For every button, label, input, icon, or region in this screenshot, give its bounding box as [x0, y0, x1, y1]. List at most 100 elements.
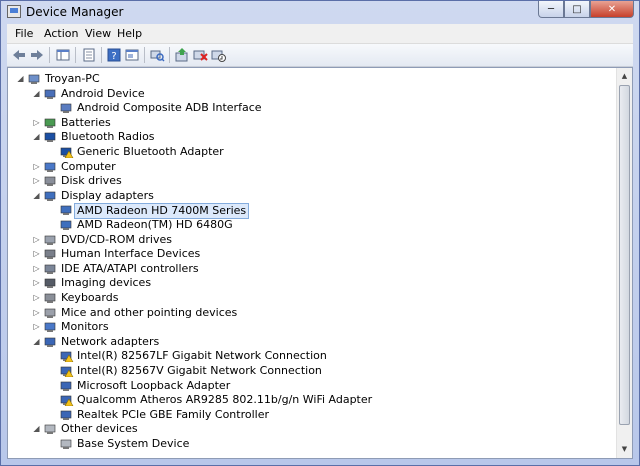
tree-item-label: AMD Radeon HD 7400M Series	[74, 203, 250, 220]
tree-category[interactable]: ▷ IDE ATA/ATAPI controllers	[8, 262, 608, 276]
tree-item-label: Display adapters	[61, 188, 154, 202]
display-adapter-icon	[60, 219, 74, 231]
menu-help[interactable]: Help	[117, 27, 142, 40]
tree-category[interactable]: ▷ Human Interface Devices	[8, 247, 608, 261]
tree-category[interactable]: ◢ Bluetooth Radios	[8, 130, 608, 144]
tree-category[interactable]: ▷ Computer	[8, 160, 608, 174]
bluetooth-icon	[44, 131, 58, 143]
device-icon	[60, 102, 74, 114]
tree-item-label: Batteries	[61, 115, 111, 129]
expand-arrow-icon[interactable]: ▷	[32, 235, 41, 244]
toolbar-separator	[144, 47, 145, 63]
tree-item-label: Bluetooth Radios	[61, 130, 155, 144]
minimize-button[interactable]: ─	[538, 1, 564, 18]
dvd-icon	[44, 234, 58, 246]
scroll-down-icon[interactable]: ▼	[618, 442, 631, 457]
tree-device[interactable]: Intel(R) 82567V Gigabit Network Connecti…	[8, 364, 608, 378]
help-icon[interactable]: ?	[106, 47, 122, 63]
maximize-button[interactable]: □	[564, 1, 590, 18]
toolbar: ?	[7, 44, 633, 67]
collapse-arrow-icon[interactable]: ◢	[32, 132, 41, 141]
show-hide-console-tree-icon[interactable]	[55, 47, 71, 63]
tree-device[interactable]: Intel(R) 82567LF Gigabit Network Connect…	[8, 349, 608, 363]
tree-category[interactable]: ▷ Disk drives	[8, 174, 608, 188]
tree-device[interactable]: Realtek PCIe GBE Family Controller	[8, 408, 608, 422]
mouse-icon	[44, 307, 58, 319]
collapse-arrow-icon[interactable]: ◢	[32, 337, 41, 346]
uninstall-device-icon[interactable]	[192, 47, 208, 63]
monitor-icon	[44, 161, 58, 173]
scrollbar-thumb[interactable]	[619, 85, 630, 425]
tree-device[interactable]: AMD Radeon HD 7400M Series	[8, 203, 608, 220]
disable-device-icon[interactable]	[210, 47, 226, 63]
expand-arrow-icon[interactable]: ▷	[32, 176, 41, 185]
computer-icon	[28, 73, 42, 85]
expand-arrow-icon[interactable]: ▷	[32, 118, 41, 127]
hid-icon	[44, 248, 58, 260]
monitor-icon	[44, 321, 58, 333]
title-bar[interactable]: Device Manager ─ □ ✕	[1, 1, 639, 23]
tree-category[interactable]: ◢ Android Device	[8, 87, 608, 101]
tree-item-label: Intel(R) 82567LF Gigabit Network Connect…	[77, 349, 327, 363]
expand-arrow-icon[interactable]: ▷	[32, 322, 41, 331]
tree-category[interactable]: ◢ Other devices	[8, 422, 608, 436]
camera-icon	[44, 277, 58, 289]
tree-item-label: Realtek PCIe GBE Family Controller	[77, 407, 270, 421]
tree-item-label: Android Device	[61, 86, 145, 100]
tree-item-label: DVD/CD-ROM drives	[61, 232, 172, 246]
expand-arrow-icon[interactable]: ▷	[32, 293, 41, 302]
tree-device[interactable]: Generic Bluetooth Adapter	[8, 145, 608, 159]
collapse-arrow-icon[interactable]: ◢	[32, 191, 41, 200]
tree-category[interactable]: ◢ Network adapters	[8, 335, 608, 349]
scan-hardware-icon[interactable]	[149, 47, 165, 63]
tree-category[interactable]: ▷ Keyboards	[8, 291, 608, 305]
menu-bar: File Action View Help	[7, 24, 633, 44]
tree-category[interactable]: ▷ Mice and other pointing devices	[8, 306, 608, 320]
device-tree[interactable]: ◢ Troyan-PC ◢ Android Device Android Composi…	[8, 68, 618, 458]
svg-text:?: ?	[111, 51, 116, 62]
tree-category[interactable]: ▷ Imaging devices	[8, 276, 608, 290]
tree-item-label: Keyboards	[61, 291, 119, 304]
network-warning-icon	[60, 394, 74, 407]
menu-view[interactable]: View	[85, 27, 111, 40]
expand-arrow-icon[interactable]: ▷	[32, 264, 41, 273]
unknown-device-icon	[44, 423, 58, 435]
tree-category[interactable]: ◢ Display adapters	[8, 189, 608, 203]
tree-item-label: Computer	[61, 159, 116, 173]
tree-item-label: Network adapters	[61, 334, 160, 348]
expand-arrow-icon[interactable]: ▷	[32, 162, 41, 171]
scroll-up-icon[interactable]: ▲	[618, 69, 631, 84]
tree-category[interactable]: ▷ Batteries	[8, 116, 608, 130]
expand-arrow-icon[interactable]: ▷	[32, 308, 41, 317]
expand-arrow-icon[interactable]: ▷	[32, 249, 41, 258]
forward-icon[interactable]	[29, 47, 45, 63]
collapse-arrow-icon[interactable]: ◢	[16, 74, 25, 83]
network-icon	[44, 336, 58, 348]
tree-device[interactable]: Android Composite ADB Interface	[8, 101, 608, 115]
close-button[interactable]: ✕	[590, 1, 634, 18]
expand-arrow-icon[interactable]: ▷	[32, 278, 41, 287]
menu-file[interactable]: File	[15, 27, 33, 40]
vertical-scrollbar[interactable]: ▲ ▼	[616, 68, 632, 458]
tree-item-label: Base System Device	[77, 437, 190, 450]
tree-item-label: Android Composite ADB Interface	[77, 101, 262, 115]
collapse-arrow-icon[interactable]: ◢	[32, 424, 41, 433]
back-icon[interactable]	[11, 47, 27, 63]
tree-category[interactable]: ▷ Monitors	[8, 320, 608, 334]
tree-item-label: Imaging devices	[61, 276, 152, 290]
toolbar-separator	[101, 47, 102, 63]
tree-device[interactable]: Microsoft Loopback Adapter	[8, 379, 608, 393]
tree-root[interactable]: ◢ Troyan-PC	[8, 72, 608, 86]
tree-device[interactable]: Base System Device	[8, 437, 608, 451]
update-driver-icon[interactable]	[174, 47, 190, 63]
network-icon	[60, 380, 74, 392]
properties-icon[interactable]	[124, 47, 140, 63]
collapse-arrow-icon[interactable]: ◢	[32, 89, 41, 98]
tree-device[interactable]: Qualcomm Atheros AR9285 802.11b/g/n WiFi…	[8, 393, 608, 407]
menu-action[interactable]: Action	[44, 27, 78, 40]
network-warning-icon	[60, 365, 74, 378]
tree-category[interactable]: ▷ DVD/CD-ROM drives	[8, 233, 608, 247]
tree-device[interactable]: AMD Radeon(TM) HD 6480G	[8, 218, 608, 232]
unknown-device-icon	[60, 438, 74, 450]
properties-sheet-icon[interactable]	[81, 47, 97, 63]
